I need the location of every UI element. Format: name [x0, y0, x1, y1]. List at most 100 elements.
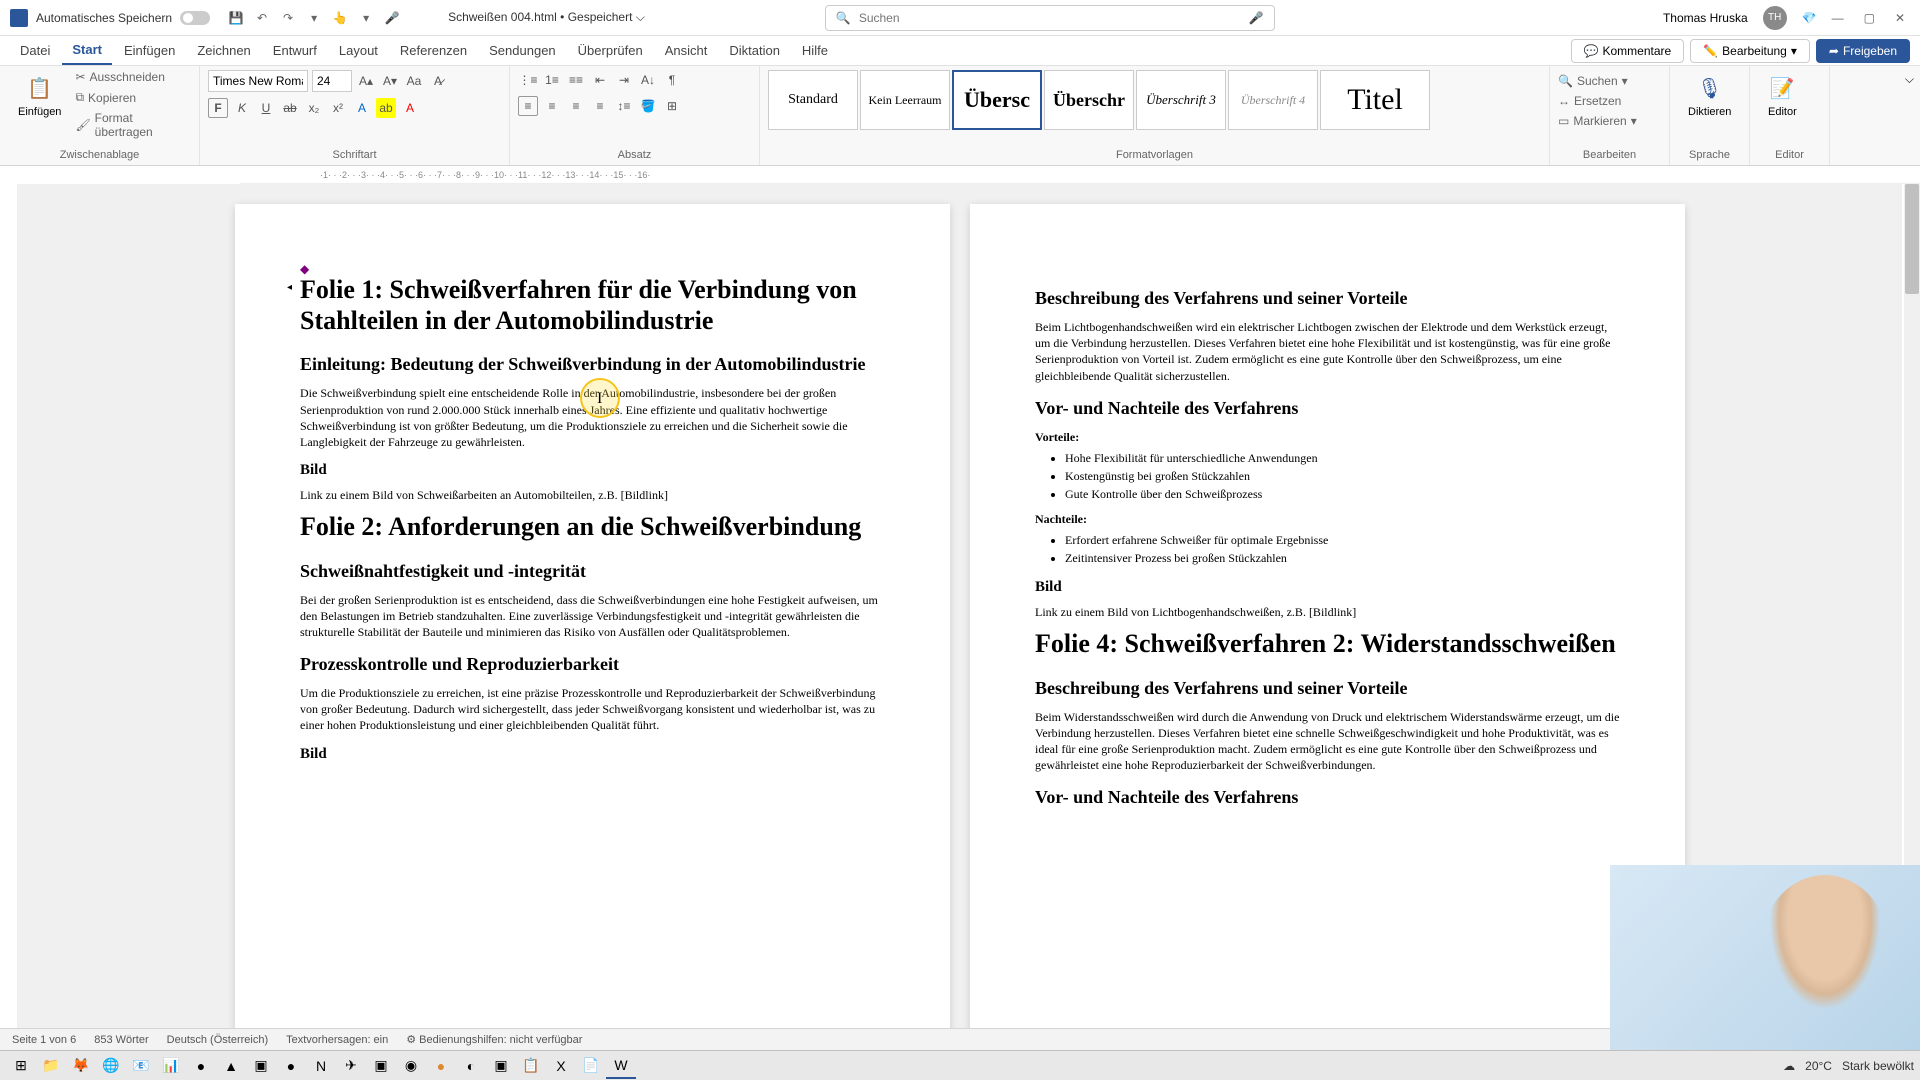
underline-icon[interactable]: U	[256, 98, 276, 118]
paragraph-einleitung[interactable]: Die Schweißverbindung spielt eine entsch…	[300, 385, 885, 450]
maximize-icon[interactable]: ▢	[1864, 11, 1875, 25]
heading-vornachteile2[interactable]: Vor- und Nachteile des Verfahrens	[1035, 787, 1620, 808]
list-item[interactable]: Zeitintensiver Prozess bei großen Stückz…	[1065, 549, 1620, 567]
editing-mode-button[interactable]: ✏️ Bearbeitung ▾	[1690, 39, 1810, 63]
copy-button[interactable]: ⧉ Kopieren	[75, 90, 191, 105]
qat-dropdown-icon[interactable]: ▾	[306, 10, 322, 26]
page-1[interactable]: ◆ ◂ Folie 1: Schweißverfahren für die Ve…	[235, 204, 950, 1050]
weather-text[interactable]: Stark bewölkt	[1842, 1059, 1914, 1073]
qat-more-icon[interactable]: ▾	[358, 10, 374, 26]
start-button[interactable]: ⊞	[6, 1053, 36, 1079]
change-case-icon[interactable]: Aa	[404, 71, 424, 91]
app-icon-5[interactable]: ◐	[456, 1053, 486, 1079]
user-name[interactable]: Thomas Hruska	[1663, 11, 1748, 25]
status-language[interactable]: Deutsch (Österreich)	[167, 1034, 268, 1046]
heading-beschreibung1[interactable]: Beschreibung des Verfahrens und seiner V…	[1035, 288, 1620, 309]
search-box[interactable]: 🔍 🎤	[825, 5, 1275, 31]
chrome-icon[interactable]: 🌐	[96, 1053, 126, 1079]
minimize-icon[interactable]: —	[1832, 11, 1844, 25]
tab-ueberpruefen[interactable]: Überprüfen	[568, 37, 653, 64]
paste-button[interactable]: 📋 Einfügen	[8, 70, 71, 147]
undo-icon[interactable]: ↶	[254, 10, 270, 26]
mic-search-icon[interactable]: 🎤	[1249, 11, 1264, 25]
share-button[interactable]: ➦ Freigeben	[1816, 39, 1910, 63]
heading-beschreibung2[interactable]: Beschreibung des Verfahrens und seiner V…	[1035, 678, 1620, 699]
tab-hilfe[interactable]: Hilfe	[792, 37, 838, 64]
heading-folie1[interactable]: Folie 1: Schweißverfahren für die Verbin…	[300, 274, 885, 336]
style-heading4[interactable]: Überschrift 4	[1228, 70, 1318, 130]
replace-button[interactable]: ↔ Ersetzen	[1558, 94, 1637, 108]
word-taskbar-icon[interactable]: W	[606, 1053, 636, 1079]
filename-dropdown-icon[interactable]: ⌵	[636, 10, 645, 24]
paragraph-bildlink1[interactable]: Link zu einem Bild von Schweißarbeiten a…	[300, 487, 885, 503]
style-no-spacing[interactable]: Kein Leerraum	[860, 70, 950, 130]
dictate-button[interactable]: 🎙 Diktieren	[1678, 70, 1741, 147]
paragraph-widerstand[interactable]: Beim Widerstandsschweißen wird durch die…	[1035, 709, 1620, 774]
list-item[interactable]: Erfordert erfahrene Schweißer für optima…	[1065, 531, 1620, 549]
heading-festigkeit[interactable]: Schweißnahtfestigkeit und -integrität	[300, 561, 885, 582]
powerpoint-icon[interactable]: 📊	[156, 1053, 186, 1079]
cut-button[interactable]: ✂ Ausschneiden	[75, 70, 191, 84]
find-button[interactable]: 🔍 Suchen ▾	[1558, 74, 1637, 88]
bullets-icon[interactable]: ⋮≡	[518, 70, 538, 90]
mic-icon[interactable]: 🎤	[384, 10, 400, 26]
line-spacing-icon[interactable]: ↕≡	[614, 96, 634, 116]
tab-ansicht[interactable]: Ansicht	[655, 37, 718, 64]
recording-icon[interactable]: ●	[426, 1053, 456, 1079]
vorteile-label[interactable]: Vorteile:	[1035, 429, 1620, 445]
heading-folie4[interactable]: Folie 4: Schweißverfahren 2: Widerstands…	[1035, 628, 1620, 659]
weather-temp[interactable]: 20°C	[1805, 1059, 1832, 1073]
superscript-icon[interactable]: x²	[328, 98, 348, 118]
app-icon-1[interactable]: ●	[186, 1053, 216, 1079]
vorteile-list[interactable]: Hohe Flexibilität für unterschiedliche A…	[1065, 449, 1620, 503]
save-state[interactable]: Gespeichert	[568, 10, 633, 24]
notepad-icon[interactable]: 📄	[576, 1053, 606, 1079]
status-predictions[interactable]: Textvorhersagen: ein	[286, 1034, 388, 1046]
font-color-icon[interactable]: A	[400, 98, 420, 118]
multilevel-icon[interactable]: ≡≡	[566, 70, 586, 90]
save-icon[interactable]: 💾	[228, 10, 244, 26]
explorer-icon[interactable]: 📁	[36, 1053, 66, 1079]
telegram-icon[interactable]: ✈	[336, 1053, 366, 1079]
select-button[interactable]: ▭ Markieren ▾	[1558, 114, 1637, 128]
app-icon-2[interactable]: ▣	[246, 1053, 276, 1079]
obs-icon[interactable]: ◉	[396, 1053, 426, 1079]
firefox-icon[interactable]: 🦊	[66, 1053, 96, 1079]
borders-icon[interactable]: ⊞	[662, 96, 682, 116]
shading-icon[interactable]: 🪣	[638, 96, 658, 116]
tab-diktation[interactable]: Diktation	[719, 37, 790, 64]
align-left-icon[interactable]: ≡	[518, 96, 538, 116]
nachteile-list[interactable]: Erfordert erfahrene Schweißer für optima…	[1065, 531, 1620, 567]
align-center-icon[interactable]: ≡	[542, 96, 562, 116]
heading-prozess[interactable]: Prozesskontrolle und Reproduzierbarkeit	[300, 654, 885, 675]
increase-indent-icon[interactable]: ⇥	[614, 70, 634, 90]
app-icon-6[interactable]: ▣	[486, 1053, 516, 1079]
sort-icon[interactable]: A↓	[638, 70, 658, 90]
heading-einleitung[interactable]: Einleitung: Bedeutung der Schweißverbind…	[300, 354, 885, 375]
font-size-combo[interactable]	[312, 70, 352, 92]
list-item[interactable]: Gute Kontrolle über den Schweißprozess	[1065, 485, 1620, 503]
filename[interactable]: Schweißen 004.html	[448, 10, 557, 24]
align-right-icon[interactable]: ≡	[566, 96, 586, 116]
tab-sendungen[interactable]: Sendungen	[479, 37, 566, 64]
paragraph-prozess[interactable]: Um die Produktionsziele zu erreichen, is…	[300, 685, 885, 734]
strikethrough-icon[interactable]: ab	[280, 98, 300, 118]
clear-format-icon[interactable]: A̷	[428, 71, 448, 91]
paragraph-bildlink2[interactable]: Link zu einem Bild von Lichtbogenhandsch…	[1035, 604, 1620, 620]
tab-entwurf[interactable]: Entwurf	[263, 37, 327, 64]
justify-icon[interactable]: ≡	[590, 96, 610, 116]
vertical-ruler[interactable]	[0, 184, 18, 1050]
user-avatar[interactable]: TH	[1763, 6, 1787, 30]
heading-bild2[interactable]: Bild	[300, 746, 885, 763]
italic-icon[interactable]: K	[232, 98, 252, 118]
numbering-icon[interactable]: 1≡	[542, 70, 562, 90]
bold-icon[interactable]: F	[208, 98, 228, 118]
shrink-font-icon[interactable]: A▾	[380, 71, 400, 91]
style-standard[interactable]: Standard	[768, 70, 858, 130]
style-gallery[interactable]: Standard Kein Leerraum Übersc Überschr Ü…	[768, 70, 1430, 130]
paragraph-festigkeit[interactable]: Bei der großen Serienproduktion ist es e…	[300, 592, 885, 641]
vlc-icon[interactable]: ▲	[216, 1053, 246, 1079]
show-marks-icon[interactable]: ¶	[662, 70, 682, 90]
heading-vornachteile1[interactable]: Vor- und Nachteile des Verfahrens	[1035, 398, 1620, 419]
onenote-icon[interactable]: N	[306, 1053, 336, 1079]
